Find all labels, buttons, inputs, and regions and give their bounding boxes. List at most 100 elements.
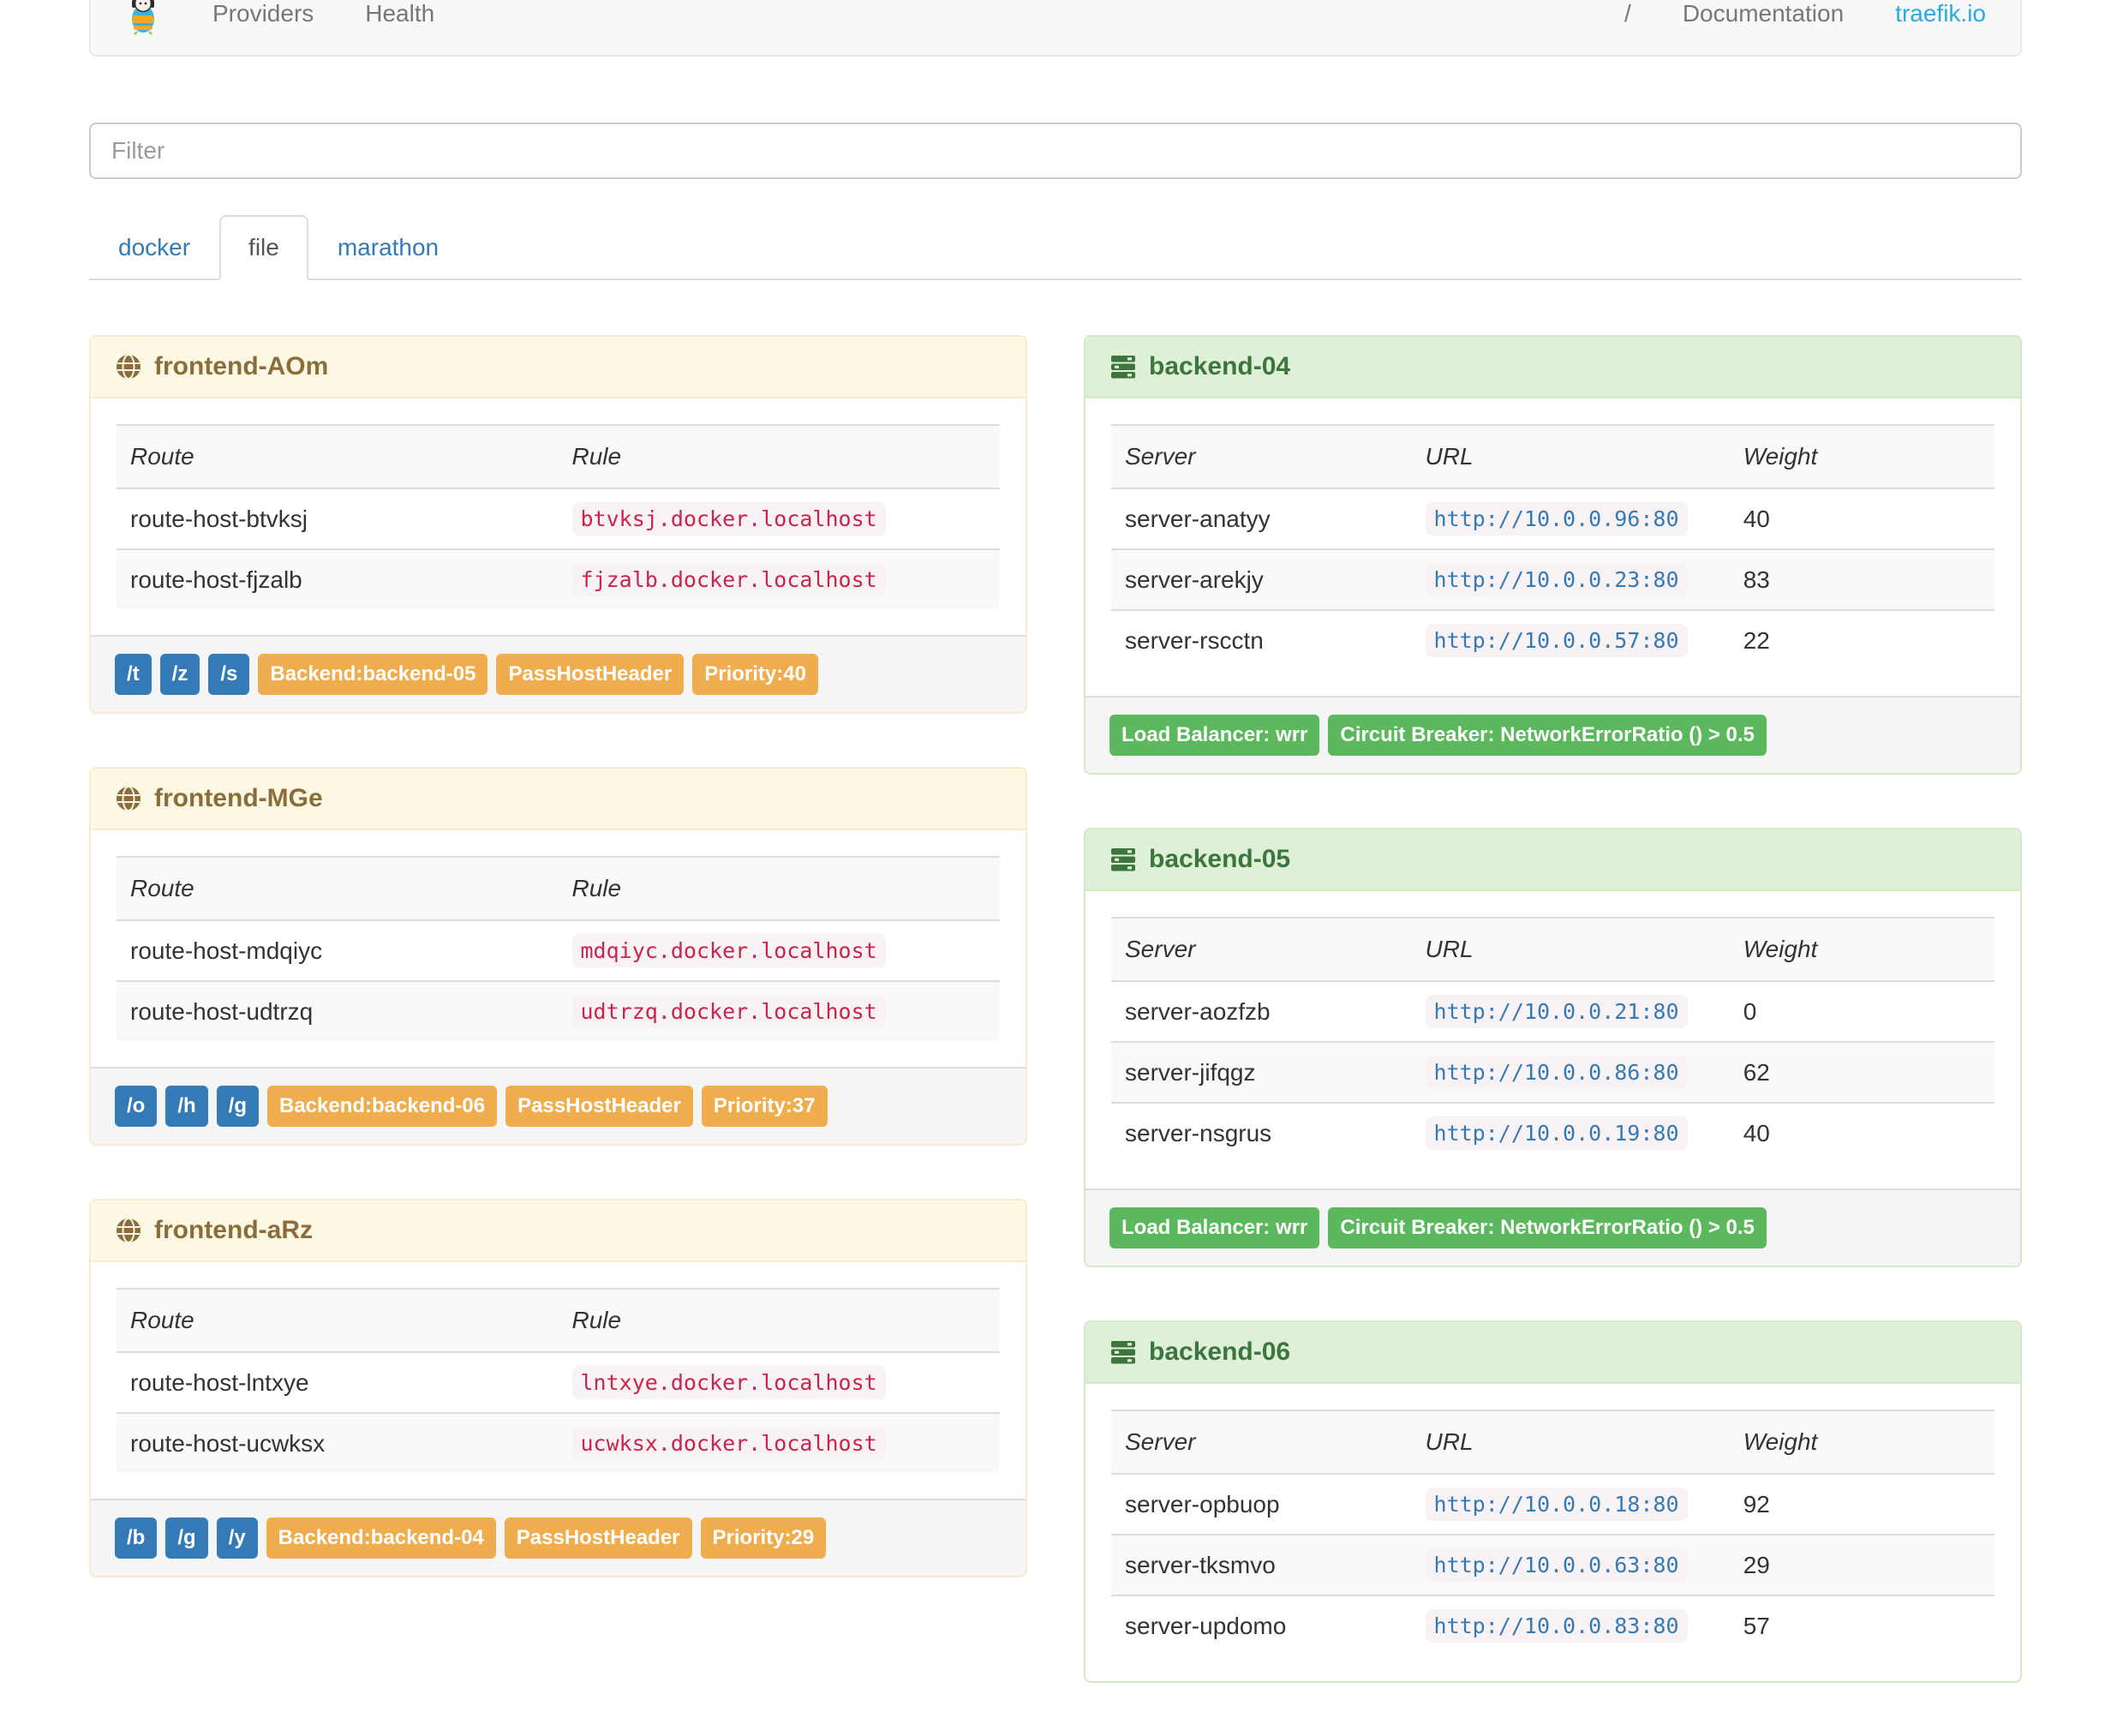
navbar-left: Providers Health: [99, 0, 460, 55]
route-path-badge: /o: [115, 1086, 158, 1127]
frontend-card: frontend-AOm Route Rule route-host-btvksj bt…: [89, 335, 1027, 714]
backend-card-header: backend-05: [1085, 829, 2020, 891]
server-weight: 40: [1729, 1102, 1994, 1163]
server-url[interactable]: http://10.0.0.19:80: [1425, 1116, 1688, 1150]
route-rule: fjzalb.docker.localhost: [571, 563, 886, 596]
server-row: server-nsgrus http://10.0.0.19:80 40: [1111, 1102, 1994, 1163]
frontend-detail-badge: Priority:37: [701, 1086, 828, 1127]
servers-icon: [1109, 1338, 1137, 1366]
tab-link-file[interactable]: file: [219, 215, 308, 280]
backend-detail-badge: Circuit Breaker: NetworkErrorRatio () > …: [1328, 715, 1767, 756]
tab-link-marathon[interactable]: marathon: [308, 215, 468, 280]
server-name: server-nsgrus: [1111, 1102, 1412, 1163]
column-header-server: Server: [1111, 424, 1412, 489]
tab-marathon: marathon: [308, 215, 468, 278]
server-url[interactable]: http://10.0.0.83:80: [1425, 1609, 1688, 1643]
column-header-route: Route: [117, 856, 559, 921]
servers-table: Server URL Weight server-anatyy http://10.0.…: [1111, 424, 1994, 670]
server-name: server-aozfzb: [1111, 980, 1412, 1042]
frontend-detail-badge: PassHostHeader: [496, 654, 685, 695]
tab-docker: docker: [89, 215, 219, 278]
backend-card-header: backend-06: [1085, 1322, 2020, 1384]
server-url[interactable]: http://10.0.0.18:80: [1425, 1488, 1688, 1521]
server-url[interactable]: http://10.0.0.86:80: [1425, 1056, 1688, 1089]
frontend-card-body: Route Rule route-host-mdqiyc mdqiyc.docker.…: [91, 830, 1026, 1067]
server-weight: 62: [1729, 1041, 1994, 1103]
table-header-row: Server URL Weight: [1111, 1410, 1994, 1475]
servers-table: Server URL Weight server-aozfzb http://10.0.…: [1111, 917, 1994, 1163]
route-row: route-host-udtrzq udtrzq.docker.localhost: [117, 980, 1000, 1041]
backend-card-body: Server URL Weight server-opbuop http://10.0.…: [1085, 1384, 2020, 1681]
frontend-detail-badge: PassHostHeader: [504, 1518, 692, 1559]
column-header-url: URL: [1411, 424, 1730, 489]
server-url[interactable]: http://10.0.0.21:80: [1425, 995, 1688, 1028]
frontend-name: frontend-AOm: [154, 352, 329, 380]
route-path-badge: /y: [216, 1518, 258, 1559]
backend-card: backend-06 Server URL Weight server-opbuop ht…: [1084, 1320, 2022, 1683]
tab-link-docker[interactable]: docker: [89, 215, 219, 280]
server-name: server-anatyy: [1111, 488, 1412, 549]
table-header-row: Route Rule: [117, 1288, 1000, 1353]
server-name: server-rscctn: [1111, 609, 1412, 670]
frontend-card: frontend-aRz Route Rule route-host-lntxye ln…: [89, 1199, 1027, 1577]
routes-table: Route Rule route-host-lntxye lntxye.docker.…: [117, 1288, 1000, 1473]
server-row: server-opbuop http://10.0.0.18:80 92: [1111, 1473, 1994, 1535]
backends-column: backend-04 Server URL Weight server-anatyy ht…: [1056, 335, 2022, 1736]
filter-input[interactable]: [89, 123, 2022, 179]
server-url[interactable]: http://10.0.0.57:80: [1425, 624, 1688, 657]
route-path-badge: /g: [216, 1086, 259, 1127]
server-row: server-arekjy http://10.0.0.23:80 83: [1111, 548, 1994, 610]
nav-link-providers[interactable]: Providers: [187, 0, 339, 55]
route-name: route-host-btvksj: [117, 488, 559, 549]
route-rule: ucwksx.docker.localhost: [571, 1427, 886, 1460]
frontend-detail-badge: Priority:29: [700, 1518, 827, 1559]
backend-card: backend-05 Server URL Weight server-aozfzb ht…: [1084, 828, 2022, 1267]
server-weight: 22: [1729, 609, 1994, 670]
route-name: route-host-fjzalb: [117, 548, 559, 609]
backend-card-body: Server URL Weight server-aozfzb http://10.0.…: [1085, 891, 2020, 1188]
nav-link-health[interactable]: Health: [339, 0, 460, 55]
globe-icon: [115, 785, 142, 812]
column-header-url: URL: [1411, 917, 1730, 982]
backend-detail-badge: Load Balancer: wrr: [1109, 715, 1320, 756]
server-url[interactable]: http://10.0.0.96:80: [1425, 502, 1688, 536]
column-header-weight: Weight: [1729, 424, 1994, 489]
column-header-rule: Rule: [558, 856, 1000, 921]
servers-table: Server URL Weight server-opbuop http://10.0.…: [1111, 1410, 1994, 1655]
nav-link-traefik-io[interactable]: traefik.io: [1869, 0, 2012, 55]
route-path-badge: /h: [165, 1086, 208, 1127]
table-header-row: Route Rule: [117, 856, 1000, 921]
server-row: server-tksmvo http://10.0.0.63:80 29: [1111, 1534, 1994, 1595]
servers-icon: [1109, 353, 1137, 380]
column-header-url: URL: [1411, 1410, 1730, 1475]
frontend-card-footer: /o/h/g Backend:backend-06 PassHostHeader Pr…: [91, 1067, 1026, 1144]
server-name: server-arekjy: [1111, 548, 1412, 610]
frontend-detail-badge: Backend:backend-04: [266, 1518, 496, 1559]
navbar: Providers Health / Documentation traefik…: [89, 0, 2022, 57]
server-weight: 29: [1729, 1534, 1994, 1595]
frontend-card-header: frontend-aRz: [91, 1200, 1026, 1262]
nav-link-documentation[interactable]: Documentation: [1657, 0, 1869, 55]
frontend-detail-badge: Backend:backend-05: [258, 654, 488, 695]
route-rule: lntxye.docker.localhost: [571, 1366, 886, 1399]
route-row: route-host-btvksj btvksj.docker.localhost: [117, 488, 1000, 549]
frontend-card-footer: /b/g/y Backend:backend-04 PassHostHeader Pr…: [91, 1499, 1026, 1576]
server-weight: 57: [1729, 1595, 1994, 1655]
backend-card: backend-04 Server URL Weight server-anatyy ht…: [1084, 335, 2022, 775]
column-header-server: Server: [1111, 917, 1412, 982]
route-path-badge: /b: [115, 1518, 158, 1559]
frontend-detail-badge: Priority:40: [692, 654, 818, 695]
provider-tabs: docker file marathon: [89, 215, 2022, 280]
frontends-column: frontend-AOm Route Rule route-host-btvksj bt…: [89, 335, 1056, 1631]
route-rule: udtrzq.docker.localhost: [571, 995, 886, 1028]
route-name: route-host-lntxye: [117, 1351, 559, 1413]
column-header-weight: Weight: [1729, 917, 1994, 982]
frontend-card-header: frontend-AOm: [91, 337, 1026, 398]
column-header-route: Route: [117, 1288, 559, 1353]
traefik-logo[interactable]: [99, 0, 187, 35]
column-header-weight: Weight: [1729, 1410, 1994, 1475]
route-row: route-host-mdqiyc mdqiyc.docker.localhost: [117, 919, 1000, 981]
server-url[interactable]: http://10.0.0.23:80: [1425, 563, 1688, 596]
server-url[interactable]: http://10.0.0.63:80: [1425, 1548, 1688, 1582]
server-name: server-tksmvo: [1111, 1534, 1412, 1595]
